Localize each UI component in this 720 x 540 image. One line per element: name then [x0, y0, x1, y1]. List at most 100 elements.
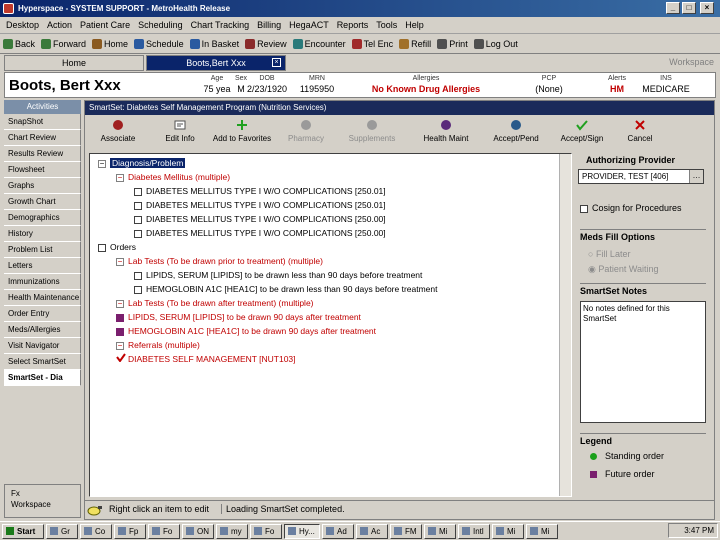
taskbar-item[interactable]: Hy...	[284, 523, 320, 539]
menu-item-action[interactable]: Action	[45, 20, 78, 30]
tree-scrollbar[interactable]	[559, 154, 571, 496]
order-checkbox[interactable]	[134, 229, 142, 238]
sidebar-item-chart-review[interactable]: Chart Review	[4, 130, 81, 146]
tree-row[interactable]: DIABETES SELF MANAGEMENT [NUT103]	[116, 353, 296, 365]
tree-row[interactable]: Orders	[98, 241, 136, 253]
smartset-notes-box[interactable]: No notes defined for this SmartSet	[580, 301, 706, 423]
taskbar-item[interactable]: Intl	[458, 523, 490, 539]
tree-row[interactable]: LIPIDS, SERUM [LIPIDS] to be drawn less …	[134, 269, 422, 281]
taskbar-item[interactable]: Fo	[148, 523, 180, 539]
tree-row[interactable]: DIABETES MELLITUS TYPE I W/O COMPLICATIO…	[134, 227, 386, 239]
start-button[interactable]: Start	[2, 523, 44, 539]
tree-row[interactable]: DIABETES MELLITUS TYPE I W/O COMPLICATIO…	[134, 213, 386, 225]
sidebar-item-flowsheet[interactable]: Flowsheet	[4, 162, 81, 178]
toolbar-schedule-button[interactable]: Schedule	[134, 38, 184, 49]
tab-patient[interactable]: Boots,Bert Xxx ×	[146, 55, 286, 71]
action-accept-sign-button[interactable]: Accept/Sign	[551, 119, 613, 143]
action-associate-button[interactable]: Associate	[87, 119, 149, 143]
taskbar-item[interactable]: Mi	[492, 523, 524, 539]
tree-row[interactable]: − Lab Tests (To be drawn after treatment)…	[116, 297, 314, 309]
sidebar-item-order-entry[interactable]: Order Entry	[4, 306, 81, 322]
minimize-button[interactable]: _	[666, 2, 680, 14]
tree-row[interactable]: − Lab Tests (To be drawn prior to treatme…	[116, 255, 323, 267]
sidebar-item-problem-list[interactable]: Problem List	[4, 242, 81, 258]
toolbar-review-button[interactable]: Review	[245, 38, 287, 49]
action-health-maint-button[interactable]: Health Maint	[415, 119, 477, 143]
toolbar-forward-button[interactable]: Forward	[41, 38, 86, 49]
taskbar-item[interactable]: Gr	[46, 523, 78, 539]
sidebar-item-meds-allergies[interactable]: Meds/Allergies	[4, 322, 81, 338]
collapse-icon[interactable]: −	[116, 299, 124, 308]
sidebar-item-smartset-dia[interactable]: SmartSet - Dia	[4, 370, 81, 386]
close-window-button[interactable]: ×	[700, 2, 714, 14]
taskbar-item[interactable]: ON	[182, 523, 214, 539]
tree-row[interactable]: − Diagnosis/Problem	[98, 157, 186, 169]
cosign-checkbox[interactable]	[580, 204, 588, 213]
order-checkbox[interactable]	[134, 271, 142, 280]
order-checkbox[interactable]	[98, 243, 106, 252]
order-checkbox[interactable]	[116, 313, 124, 322]
toolbar-home-button[interactable]: Home	[92, 38, 128, 49]
tree-row[interactable]: − Referrals (multiple)	[116, 339, 200, 351]
taskbar-item[interactable]: Mi	[424, 523, 456, 539]
tree-row[interactable]: − Diabetes Mellitus (multiple)	[116, 171, 230, 183]
collapse-icon[interactable]: −	[116, 257, 124, 266]
sidebar-item-letters[interactable]: Letters	[4, 258, 81, 274]
menu-item-desktop[interactable]: Desktop	[4, 20, 45, 30]
order-checkbox[interactable]	[134, 187, 142, 196]
sidebar-item-immunizations[interactable]: Immunizations	[4, 274, 81, 290]
order-checkbox[interactable]	[116, 327, 124, 336]
collapse-icon[interactable]: −	[116, 341, 124, 350]
taskbar-item[interactable]: Fo	[250, 523, 282, 539]
sidebar-item-select-smartset[interactable]: Select SmartSet	[4, 354, 81, 370]
action-accept-pend-button[interactable]: Accept/Pend	[485, 119, 547, 143]
menu-item-reports[interactable]: Reports	[335, 20, 375, 30]
sidebar-item-demographics[interactable]: Demographics	[4, 210, 81, 226]
toolbar-print-button[interactable]: Print	[437, 38, 468, 49]
sidebar-item-health-maintenance[interactable]: Health Maintenance	[4, 290, 81, 306]
patient-waiting-option[interactable]: ◉ Patient Waiting	[588, 264, 659, 275]
fx-workspace[interactable]: Fx Workspace	[4, 484, 81, 518]
sidebar-item-graphs[interactable]: Graphs	[4, 178, 81, 194]
action-edit-info-button[interactable]: Edit Info	[149, 119, 211, 143]
menu-item-billing[interactable]: Billing	[255, 20, 287, 30]
authorizing-provider-field[interactable]: PROVIDER, TEST [406] …	[578, 169, 704, 184]
toolbar-in-basket-button[interactable]: In Basket	[189, 38, 239, 49]
toolbar-back-button[interactable]: Back	[3, 38, 35, 49]
menu-item-patient-care[interactable]: Patient Care	[78, 20, 136, 30]
tree-row[interactable]: DIABETES MELLITUS TYPE I W/O COMPLICATIO…	[134, 185, 386, 197]
cosign-row[interactable]: Cosign for Procedures	[580, 203, 682, 213]
maximize-button[interactable]: □	[682, 2, 696, 14]
provider-lookup-icon[interactable]: …	[689, 170, 703, 183]
menu-item-help[interactable]: Help	[403, 20, 430, 30]
sidebar-item-visit-navigator[interactable]: Visit Navigator	[4, 338, 81, 354]
action-add-to-favorites-button[interactable]: Add to Favorites	[211, 119, 273, 143]
sidebar-item-history[interactable]: History	[4, 226, 81, 242]
sidebar-item-results-review[interactable]: Results Review	[4, 146, 81, 162]
menu-item-hegaact[interactable]: HegaACT	[287, 20, 335, 30]
tree-row[interactable]: LIPIDS, SERUM [LIPIDS] to be drawn 90 da…	[116, 311, 361, 323]
menu-item-tools[interactable]: Tools	[374, 20, 403, 30]
tab-home[interactable]: Home	[4, 55, 144, 71]
fill-later-option[interactable]: ○ Fill Later	[588, 249, 630, 259]
toolbar-tel-enc-button[interactable]: Tel Enc	[351, 38, 393, 49]
menu-item-chart-tracking[interactable]: Chart Tracking	[189, 20, 256, 30]
collapse-icon[interactable]: −	[116, 173, 124, 182]
taskbar-item[interactable]: my	[216, 523, 248, 539]
tree-row[interactable]: DIABETES MELLITUS TYPE I W/O COMPLICATIO…	[134, 199, 386, 211]
checkmark-icon[interactable]	[116, 353, 126, 365]
taskbar-item[interactable]: Fp	[114, 523, 146, 539]
action-cancel-button[interactable]: Cancel	[609, 119, 671, 143]
order-checkbox[interactable]	[134, 215, 142, 224]
tree-row[interactable]: HEMOGLOBIN A1C [HEA1C] to be drawn 90 da…	[116, 325, 376, 337]
toolbar-refill-button[interactable]: Refill	[399, 38, 431, 49]
tree-row[interactable]: HEMOGLOBIN A1C [HEA1C] to be drawn less …	[134, 283, 438, 295]
menu-item-scheduling[interactable]: Scheduling	[136, 20, 189, 30]
taskbar-item[interactable]: Mi	[526, 523, 558, 539]
sidebar-item-growth-chart[interactable]: Growth Chart	[4, 194, 81, 210]
close-tab-icon[interactable]: ×	[272, 58, 281, 67]
order-checkbox[interactable]	[134, 285, 142, 294]
toolbar-encounter-button[interactable]: Encounter	[292, 38, 346, 49]
taskbar-item[interactable]: FM	[390, 523, 422, 539]
taskbar-item[interactable]: Ac	[356, 523, 388, 539]
